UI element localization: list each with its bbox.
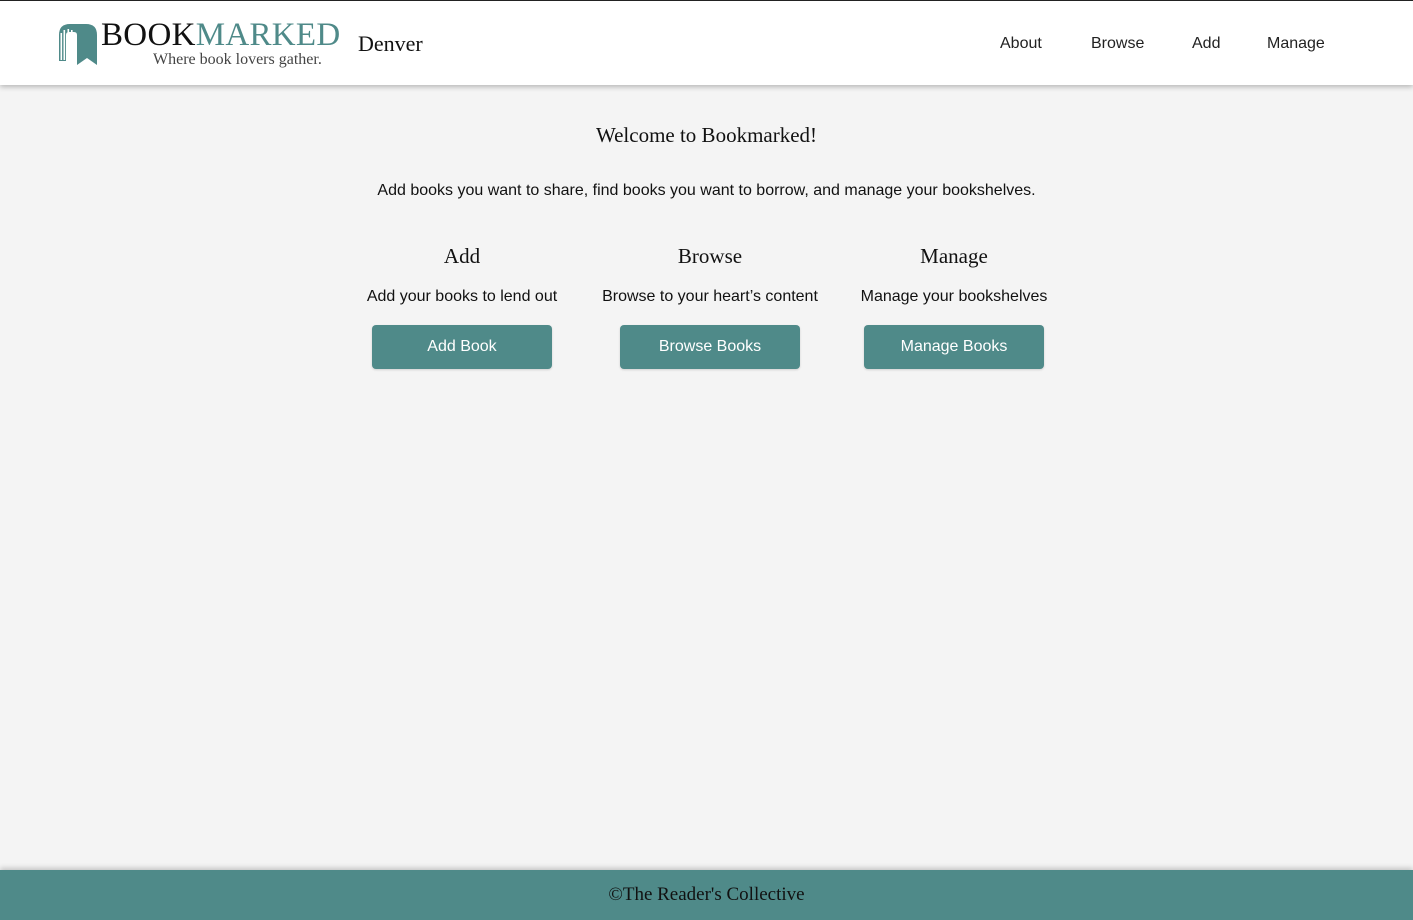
site-header: BOOKMARKED Where book lovers gather. Den… — [0, 0, 1413, 85]
manage-card: Manage Manage your bookshelves Manage Bo… — [824, 243, 1084, 373]
footer-copyright: ©The Reader's Collective — [608, 884, 805, 905]
browse-books-button[interactable]: Browse Books — [620, 325, 800, 369]
manage-books-button[interactable]: Manage Books — [864, 325, 1044, 369]
nav-item-add[interactable]: Add — [1192, 34, 1220, 54]
site-footer: ©The Reader's Collective — [0, 870, 1413, 920]
add-card-heading: Add — [443, 244, 481, 268]
nav-item-about[interactable]: About — [1000, 34, 1042, 54]
nav-item-manage[interactable]: Manage — [1267, 34, 1325, 54]
main-nav: About Browse Add Manage — [0, 34, 1413, 56]
manage-card-heading: Manage — [920, 244, 988, 268]
add-card: Add Add your books to lend out Add Book — [332, 243, 592, 373]
add-book-button[interactable]: Add Book — [372, 325, 552, 369]
browse-card: Browse Browse to your heart’s content Br… — [580, 243, 840, 373]
add-card-description: Add your books to lend out — [366, 288, 558, 305]
intro-text: Add books you want to share, find books … — [377, 182, 1036, 199]
browse-card-description: Browse to your heart’s content — [602, 288, 818, 305]
browse-card-heading: Browse — [677, 244, 743, 268]
page-title: Welcome to Bookmarked! — [595, 123, 818, 147]
main-content: Welcome to Bookmarked! Add books you wan… — [0, 85, 1413, 865]
nav-item-browse[interactable]: Browse — [1091, 34, 1144, 54]
manage-card-description: Manage your bookshelves — [860, 288, 1048, 305]
